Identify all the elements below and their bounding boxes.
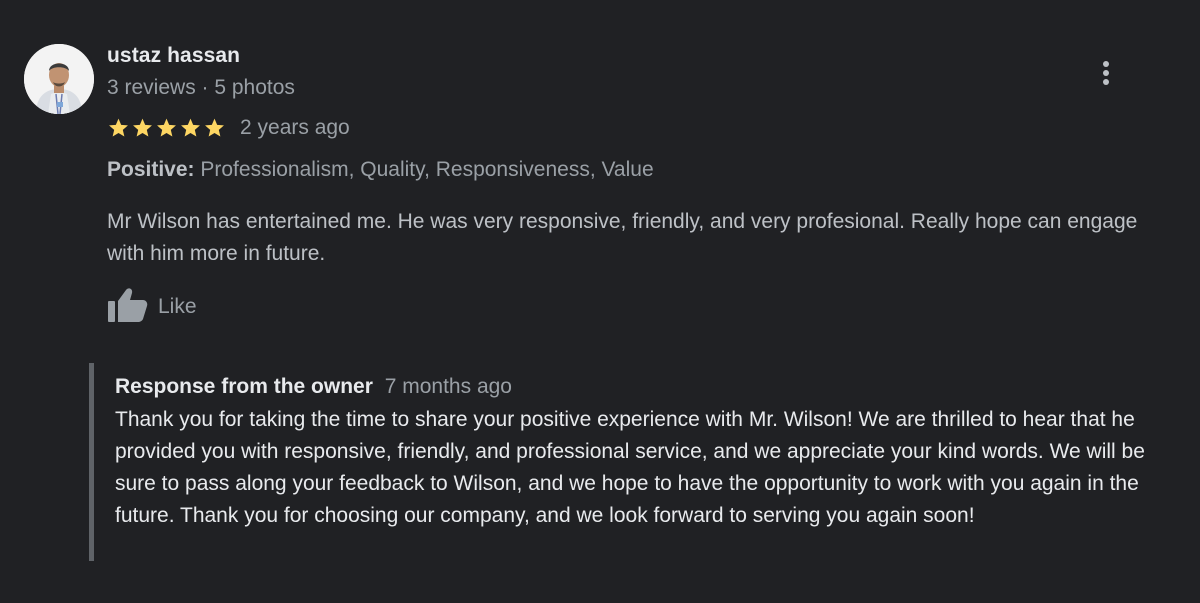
owner-response: Response from the owner 7 months ago Tha… — [89, 363, 1174, 561]
star-icon — [205, 118, 224, 137]
rating-row: 2 years ago — [107, 114, 350, 142]
attributes-label: Positive: — [107, 158, 195, 181]
star-icon — [109, 118, 128, 137]
review-age: 2 years ago — [240, 116, 350, 139]
star-rating — [107, 117, 226, 139]
like-label: Like — [158, 295, 197, 318]
like-button[interactable]: Like — [106, 287, 197, 327]
response-text: Thank you for taking the time to share y… — [115, 408, 1145, 527]
avatar-photo — [24, 44, 94, 114]
thumb-up-icon — [106, 286, 148, 329]
response-header: Response from the owner 7 months ago — [115, 375, 512, 399]
reviewer-name[interactable]: ustaz hassan — [107, 44, 240, 68]
review-attributes: Positive: Professionalism, Quality, Resp… — [107, 158, 654, 182]
response-title: Response from the owner — [115, 375, 373, 398]
star-icon — [181, 118, 200, 137]
review-text: Mr Wilson has entertained me. He was ver… — [107, 210, 1138, 265]
star-icon — [133, 118, 152, 137]
star-icon — [157, 118, 176, 137]
more-options-button[interactable] — [1090, 56, 1122, 90]
attributes-values: Professionalism, Quality, Responsiveness… — [200, 158, 654, 181]
response-age: 7 months ago — [384, 375, 512, 398]
reviewer-stats[interactable]: 3 reviews · 5 photos — [107, 76, 295, 100]
reviewer-avatar[interactable] — [24, 44, 94, 114]
